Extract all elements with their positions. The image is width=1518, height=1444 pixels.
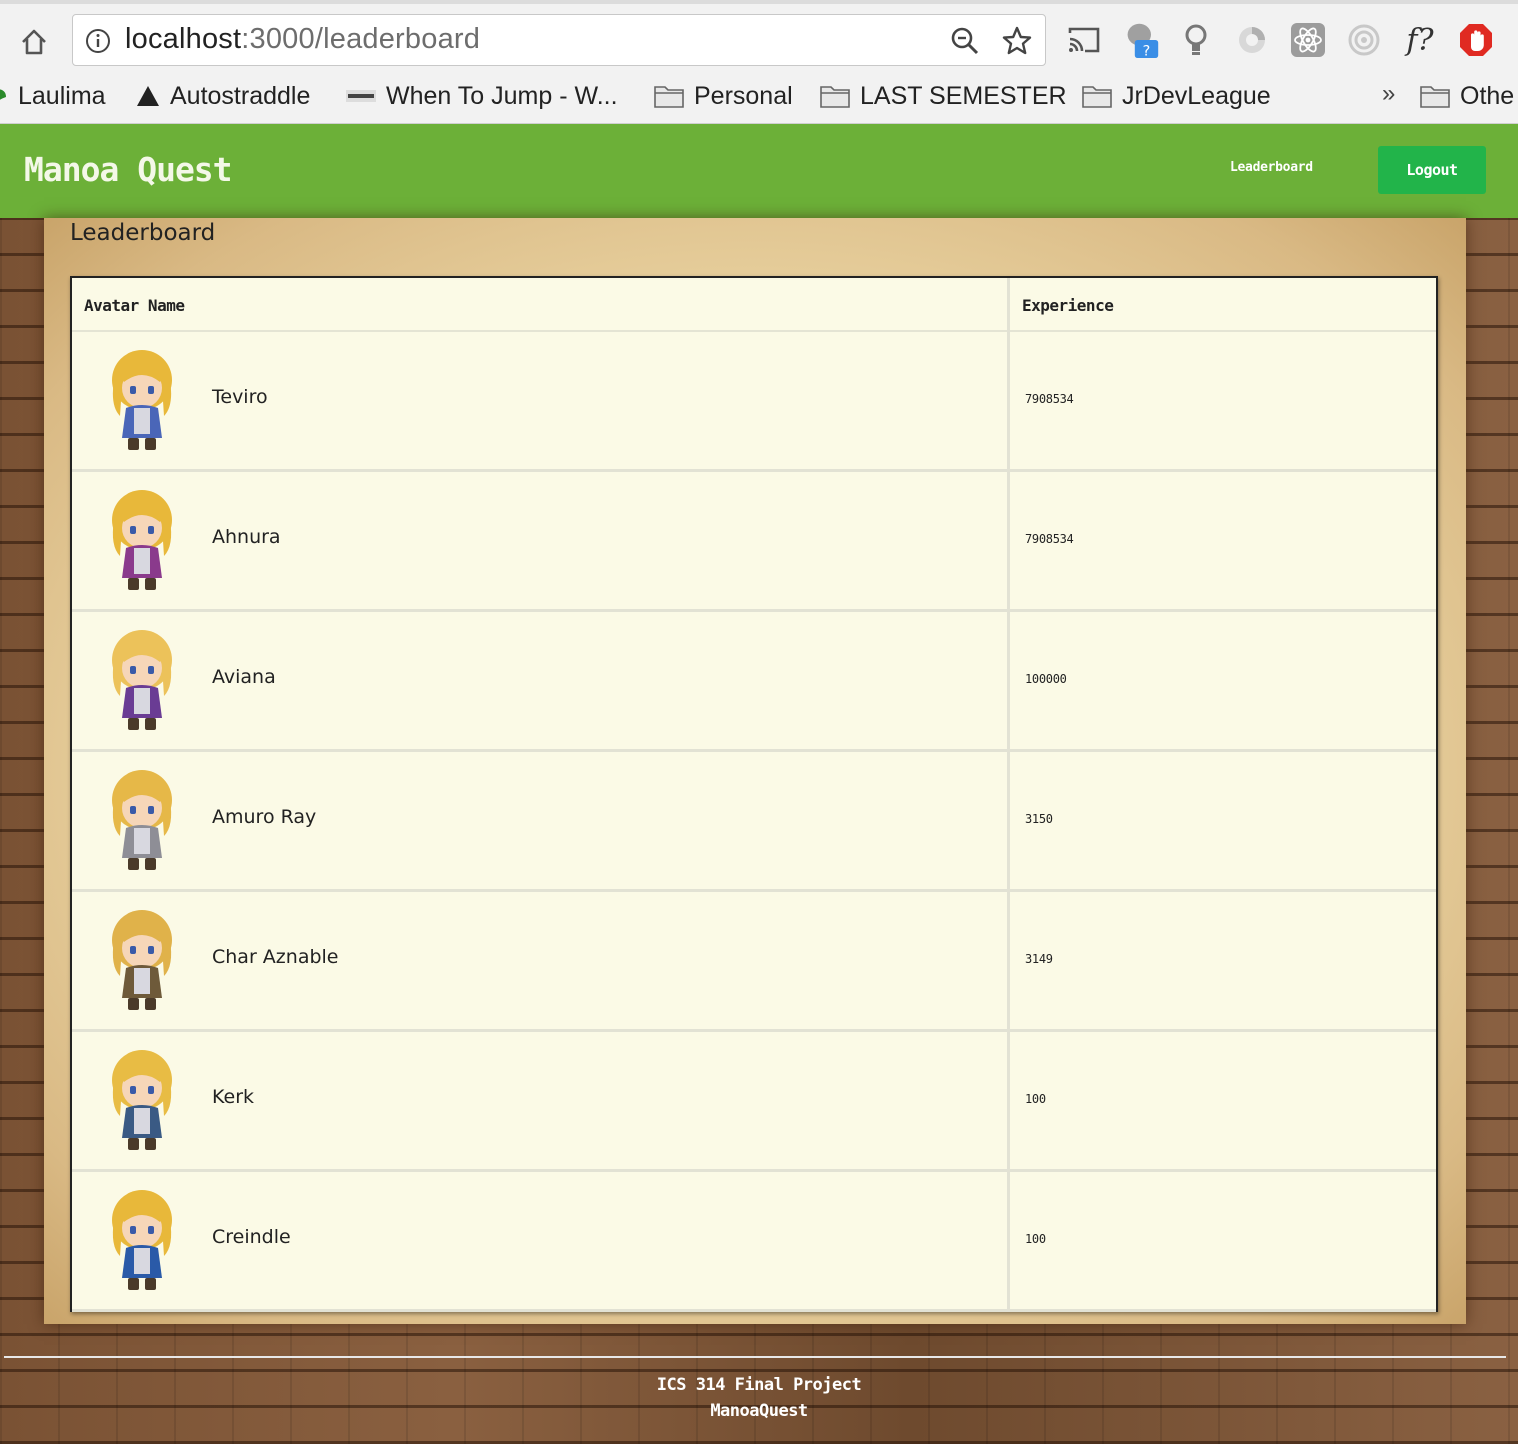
avatar-sprite[interactable] <box>100 626 184 736</box>
lightbulb-icon[interactable] <box>1178 22 1214 58</box>
table-row[interactable]: Char Aznable 3149 <box>72 892 1436 1032</box>
home-icon[interactable] <box>14 22 54 62</box>
bookmark-label: Laulima <box>18 81 106 110</box>
bookmark-label: Personal <box>694 81 793 110</box>
bookmark-folder-personal[interactable]: Personal <box>654 80 793 112</box>
avatar-name[interactable]: Ahnura <box>212 526 281 548</box>
bookmarks-bar: Laulima Autostraddle When To Jump - W...… <box>0 72 1518 124</box>
info-icon[interactable] <box>85 28 111 54</box>
avatar-name[interactable]: Char Aznable <box>212 946 339 968</box>
avatar-name[interactable]: Aviana <box>212 666 276 688</box>
folder-icon <box>820 84 850 108</box>
avatar-name[interactable]: Teviro <box>212 386 268 408</box>
svg-text:?: ? <box>1143 43 1151 59</box>
experience-value: 7908534 <box>1025 392 1074 406</box>
react-devtools-icon[interactable] <box>1290 22 1326 58</box>
avatar-sprite[interactable] <box>100 906 184 1016</box>
bookmark-laulima[interactable]: Laulima <box>0 80 106 112</box>
nav-leaderboard-link[interactable]: Leaderboard <box>1230 160 1313 175</box>
bookmark-label: Othe <box>1460 81 1515 110</box>
formula-extension-icon[interactable]: f? <box>1402 22 1438 58</box>
bookmark-star-icon[interactable] <box>1001 25 1033 57</box>
bookmark-autostraddle[interactable]: Autostraddle <box>136 80 310 112</box>
spinner-extension-icon[interactable] <box>1234 22 1270 58</box>
folder-icon <box>654 84 684 108</box>
bookmark-folder-jrdevleague[interactable]: JrDevLeague <box>1082 80 1271 112</box>
page-title: Leaderboard <box>70 220 216 246</box>
avatar-sprite[interactable] <box>100 1046 184 1156</box>
experience-value: 7908534 <box>1025 532 1074 546</box>
browser-toolbar: localhost:3000/leaderboard ? f? <box>0 0 1518 72</box>
adblock-hand-icon[interactable] <box>1458 22 1494 58</box>
bookmark-folder-last-semester[interactable]: LAST SEMESTER <box>820 80 1067 112</box>
target-extension-icon[interactable] <box>1346 22 1382 58</box>
footer-divider <box>4 1356 1506 1358</box>
cast-icon[interactable] <box>1066 22 1102 58</box>
bookmark-folder-other[interactable]: Othe <box>1420 80 1514 112</box>
app-navbar: Manoa Quest Leaderboard Logout <box>0 124 1518 218</box>
jump-icon <box>346 88 376 104</box>
table-row[interactable]: Creindle 100 <box>72 1172 1436 1312</box>
folder-icon <box>1420 84 1450 108</box>
avatar-sprite[interactable] <box>100 346 184 456</box>
column-header-experience[interactable]: Experience <box>1022 296 1114 315</box>
table-row[interactable]: Teviro 7908534 <box>72 332 1436 472</box>
avatar-name[interactable]: Amuro Ray <box>212 806 316 828</box>
column-header-avatar-name[interactable]: Avatar Name <box>84 296 185 315</box>
bookmark-label: Autostraddle <box>170 81 311 110</box>
avatar-sprite[interactable] <box>100 766 184 876</box>
table-header: Avatar Name Experience <box>72 278 1436 332</box>
avatar-name[interactable]: Kerk <box>212 1086 254 1108</box>
bookmark-label: LAST SEMESTER <box>860 81 1067 110</box>
experience-value: 3149 <box>1025 952 1053 966</box>
bookmark-label: JrDevLeague <box>1122 81 1271 110</box>
url-text: localhost:3000/leaderboard <box>125 23 481 55</box>
experience-value: 100000 <box>1025 672 1067 686</box>
bookmark-when-to-jump[interactable]: When To Jump - W... <box>346 80 618 112</box>
experience-value: 100 <box>1025 1232 1046 1246</box>
zoom-icon[interactable] <box>949 25 981 57</box>
footer-line-2: ManoaQuest <box>710 1401 808 1421</box>
leaderboard-table: Avatar Name Experience Teviro 7908534 Ahnu… <box>70 276 1438 1312</box>
leaf-icon <box>0 85 8 107</box>
logout-button[interactable]: Logout <box>1378 146 1486 194</box>
bookmarks-overflow-chevron[interactable]: » <box>1382 80 1395 108</box>
triangle-icon <box>136 85 160 107</box>
footer-line-1: ICS 314 Final Project <box>656 1375 862 1395</box>
experience-value: 3150 <box>1025 812 1053 826</box>
bookmark-label: When To Jump - W... <box>386 81 618 110</box>
table-row[interactable]: Aviana 100000 <box>72 612 1436 752</box>
help-extension-icon[interactable]: ? <box>1124 22 1160 59</box>
experience-value: 100 <box>1025 1092 1046 1106</box>
brand-logo[interactable]: Manoa Quest <box>24 150 233 189</box>
address-bar[interactable]: localhost:3000/leaderboard <box>72 14 1046 66</box>
table-row[interactable]: Ahnura 7908534 <box>72 472 1436 612</box>
folder-icon <box>1082 84 1112 108</box>
avatar-sprite[interactable] <box>100 486 184 596</box>
table-row[interactable]: Kerk 100 <box>72 1032 1436 1172</box>
avatar-name[interactable]: Creindle <box>212 1226 291 1248</box>
table-row[interactable]: Amuro Ray 3150 <box>72 752 1436 892</box>
avatar-sprite[interactable] <box>100 1186 184 1296</box>
